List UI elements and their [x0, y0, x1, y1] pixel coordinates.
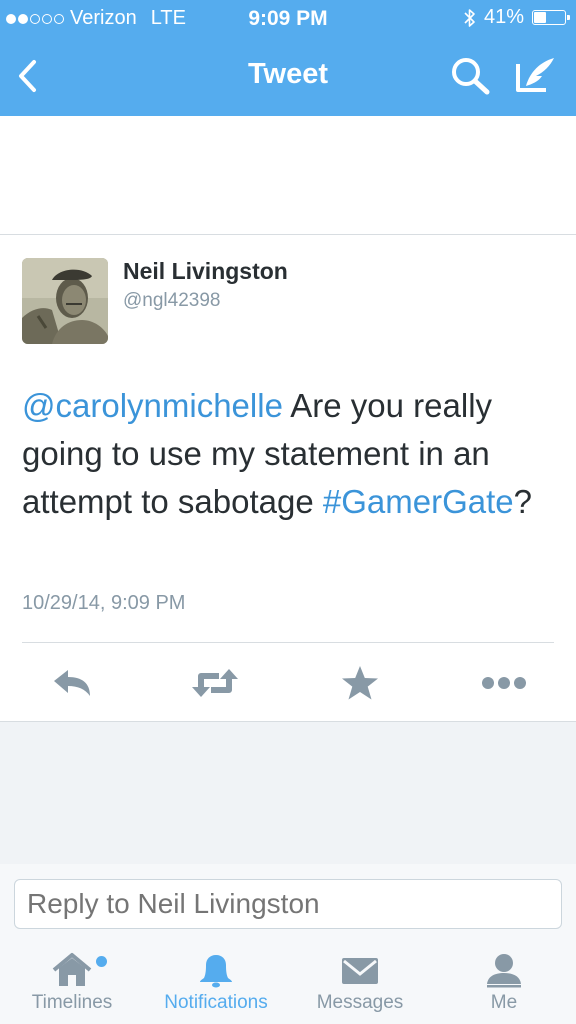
favorite-button[interactable]: [335, 662, 385, 704]
mention-link[interactable]: @carolynmichelle: [22, 387, 283, 424]
reply-button[interactable]: [47, 662, 97, 704]
more-button[interactable]: [479, 662, 529, 704]
content-background: [0, 722, 576, 864]
status-right: 41%: [464, 6, 570, 29]
avatar[interactable]: [22, 258, 108, 344]
bluetooth-icon: [464, 8, 475, 27]
unread-indicator: [96, 956, 107, 967]
author-handle[interactable]: @ngl42398: [123, 290, 220, 312]
battery-icon: [532, 10, 570, 25]
tab-me[interactable]: Me: [432, 944, 576, 1024]
reply-input[interactable]: [14, 879, 562, 929]
tab-messages[interactable]: Messages: [288, 944, 432, 1024]
retweet-icon: [192, 669, 238, 697]
tab-label: Messages: [316, 992, 404, 1013]
more-icon: [482, 677, 526, 689]
compose-icon[interactable]: [512, 54, 558, 96]
navigation-bar: Tweet: [0, 38, 576, 116]
hashtag-link[interactable]: #GamerGate: [323, 483, 514, 520]
bell-icon: [200, 955, 232, 988]
home-icon: [52, 953, 92, 986]
header-spacer: [0, 116, 576, 234]
favorite-star-icon: [342, 666, 378, 700]
envelope-icon: [342, 958, 378, 984]
search-icon[interactable]: [450, 56, 492, 96]
tweet-end-text: ?: [513, 483, 532, 520]
tab-timelines[interactable]: Timelines: [0, 944, 144, 1024]
tweet-timestamp: 10/29/14, 9:09 PM: [22, 592, 186, 614]
reply-bar: [0, 864, 576, 944]
tab-notifications[interactable]: Notifications: [144, 944, 288, 1024]
tweet-text: @carolynmichelle Are you really going to…: [22, 382, 562, 526]
status-bar: Verizon LTE 9:09 PM 41%: [0, 0, 576, 38]
retweet-button[interactable]: [190, 662, 240, 704]
divider: [0, 234, 576, 235]
tab-label: Notifications: [164, 992, 268, 1013]
tab-label: Me: [490, 992, 518, 1013]
reply-icon: [54, 670, 90, 696]
battery-percent: 41%: [483, 6, 524, 28]
divider: [22, 642, 554, 643]
author-name[interactable]: Neil Livingston: [123, 258, 288, 285]
tab-label: Timelines: [31, 992, 113, 1013]
tweet-actions: [0, 652, 576, 718]
avatar-image: [22, 258, 108, 344]
tab-bar: Timelines Notifications Messages Me: [0, 944, 576, 1024]
person-icon: [487, 954, 521, 988]
